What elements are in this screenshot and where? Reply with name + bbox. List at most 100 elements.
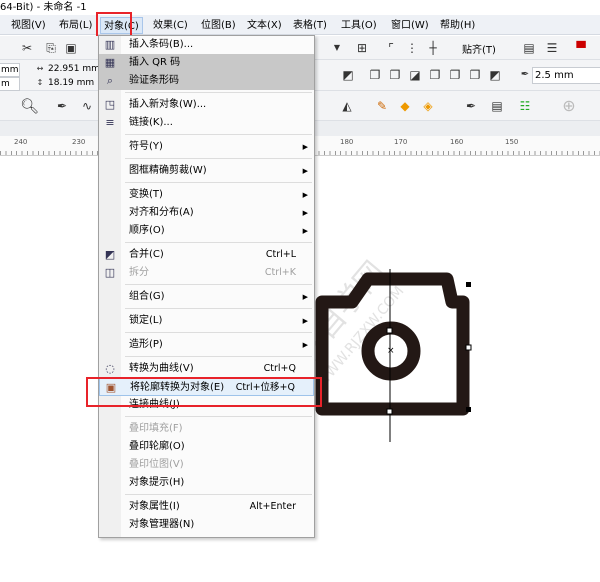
menu-item[interactable]: 对齐和分布(A) ▶ xyxy=(99,204,314,222)
menu-help[interactable]: 帮助(H) xyxy=(437,17,478,34)
front-minus-back-icon[interactable]: ❐ xyxy=(448,68,462,82)
menu-item-label: 验证条形码 xyxy=(129,75,179,86)
add-tool-icon[interactable]: ⊕ xyxy=(562,98,576,114)
color-dialog-icon[interactable]: ▤ xyxy=(490,99,504,113)
menu-bitmaps[interactable]: 位图(B) xyxy=(198,17,239,34)
menu-item-label: 拆分 xyxy=(129,267,149,278)
menu-table[interactable]: 表格(T) xyxy=(290,17,330,34)
y-position-field[interactable]: m xyxy=(0,77,20,91)
simplify-icon[interactable]: ❐ xyxy=(428,68,442,82)
window-title: 64-Bit) - 未命名 -1 xyxy=(0,2,87,13)
outline-pen-icon: ✒ xyxy=(520,69,530,80)
interactive-fill-icon[interactable]: ◆ xyxy=(398,99,412,113)
rulers-icon[interactable]: ⌜ xyxy=(384,41,398,55)
menu-item-label: 转换为曲线(V) xyxy=(129,363,194,374)
submenu-arrow-icon: ▶ xyxy=(302,167,308,175)
x-position-field[interactable]: mm xyxy=(0,63,20,77)
menu-item[interactable]: ≡ 链接(K)... xyxy=(99,114,314,132)
break-apart-icon: ◫ xyxy=(104,266,116,279)
menu-item[interactable]: 造形(P) ▶ xyxy=(99,336,314,354)
menu-item-label: 顺序(O) xyxy=(129,225,165,236)
ruler-label: 240 xyxy=(14,138,28,146)
menu-item-label: 对齐和分布(A) xyxy=(129,207,194,218)
launcher-icon[interactable]: ▀ xyxy=(574,41,588,55)
grid-icon[interactable]: ⋮ xyxy=(405,41,419,55)
menu-item[interactable]: 叠印填充(F) xyxy=(99,420,314,438)
magnifier-icon: ⌕ xyxy=(106,74,114,87)
options-icon[interactable]: ▤ xyxy=(522,41,536,55)
menu-item[interactable]: ◫ 拆分 Ctrl+K xyxy=(99,264,314,282)
menu-item-label: 图框精确剪裁(W) xyxy=(129,165,207,176)
menu-item[interactable]: ▥ 插入条码(B)... xyxy=(99,36,314,54)
cut-icon[interactable]: ✂ xyxy=(20,41,34,55)
back-minus-front-icon[interactable]: ❐ xyxy=(468,68,482,82)
intersect-icon[interactable]: ◪ xyxy=(408,68,422,82)
checklist-icon[interactable]: ☰ xyxy=(545,41,559,55)
menu-view[interactable]: 视图(V) xyxy=(8,17,49,34)
dropdown-arrow-icon[interactable]: ▼ xyxy=(330,41,344,55)
menu-item[interactable]: 对象属性(I) Alt+Enter xyxy=(99,498,314,516)
menu-item[interactable]: 变换(T) ▶ xyxy=(99,186,314,204)
ruler-label: 150 xyxy=(505,138,519,146)
menu-effects[interactable]: 效果(C) xyxy=(150,17,191,34)
paste-icon[interactable]: ▣ xyxy=(64,41,78,55)
ruler-label: 160 xyxy=(450,138,464,146)
menu-item[interactable]: 叠印位图(V) xyxy=(99,456,314,474)
smart-fill-icon[interactable]: ◈ xyxy=(421,99,435,113)
menu-item[interactable]: 对象管理器(N) xyxy=(99,516,314,534)
width-field[interactable]: 22.951 mm xyxy=(46,63,102,77)
submenu-arrow-icon: ▶ xyxy=(302,191,308,199)
menu-tools[interactable]: 工具(O) xyxy=(338,17,380,34)
height-icon: ↕ xyxy=(36,78,44,87)
boundary-icon[interactable]: ◩ xyxy=(488,68,502,82)
submenu-arrow-icon: ▶ xyxy=(302,293,308,301)
highlight-box-item xyxy=(86,377,322,407)
pen-icon[interactable]: ✒ xyxy=(55,99,69,113)
menu-item[interactable]: 图框精确剪裁(W) ▶ xyxy=(99,162,314,180)
menu-item[interactable]: ◳ 插入新对象(W)... xyxy=(99,96,314,114)
menu-item-label: 对象管理器(N) xyxy=(129,519,195,530)
submenu-arrow-icon: ▶ xyxy=(302,227,308,235)
outline-width-field[interactable]: 2.5 mm xyxy=(532,67,600,84)
menu-item[interactable]: 顺序(O) ▶ xyxy=(99,222,314,240)
combine-icon: ◩ xyxy=(104,248,116,261)
combine-icon[interactable]: ◩ xyxy=(341,68,355,82)
weld-icon[interactable]: ❐ xyxy=(368,68,382,82)
copy-icon[interactable]: ⎘ xyxy=(44,41,58,55)
menu-item[interactable]: 组合(G) ▶ xyxy=(99,288,314,306)
height-field[interactable]: 18.19 mm xyxy=(46,77,102,91)
menu-item[interactable]: 符号(Y) ▶ xyxy=(99,138,314,156)
menu-item[interactable]: ◌ 转换为曲线(V) Ctrl+Q xyxy=(99,360,314,378)
object-menu-dropdown: ▥ 插入条码(B)... ▦ 插入 QR 码 ⌕ 验证条形码 ◳ 插入新对象(W)... ≡ 链接… xyxy=(98,35,315,538)
menu-item[interactable]: ⌕ 验证条形码 xyxy=(99,72,314,90)
snap-to-button[interactable]: 贴齐(T) xyxy=(462,41,496,56)
menu-item[interactable]: ▦ 插入 QR 码 xyxy=(99,54,314,72)
full-screen-icon[interactable]: ⊞ xyxy=(355,41,369,55)
menu-item[interactable]: 锁定(L) ▶ xyxy=(99,312,314,330)
menu-item-label: 插入条码(B)... xyxy=(129,39,194,50)
guidelines-icon[interactable]: ┼ xyxy=(426,41,440,55)
menu-item-shortcut: Ctrl+Q xyxy=(263,363,296,374)
trim-icon[interactable]: ❐ xyxy=(388,68,402,82)
menu-layout[interactable]: 布局(L) xyxy=(56,17,95,34)
menu-item[interactable]: 叠印轮廓(O) xyxy=(99,438,314,456)
ruler-label: 230 xyxy=(72,138,86,146)
menu-item-label: 造形(P) xyxy=(129,339,163,350)
menu-item-label: 插入新对象(W)... xyxy=(129,99,207,110)
menu-item-shortcut: Ctrl+L xyxy=(265,249,296,260)
menu-item[interactable]: ◩ 合并(C) Ctrl+L xyxy=(99,246,314,264)
menu-window[interactable]: 窗口(W) xyxy=(388,17,432,34)
fill-icon[interactable]: ◭ xyxy=(340,99,354,113)
outline-pen-icon[interactable]: ✒ xyxy=(464,99,478,113)
title-bar: 64-Bit) - 未命名 -1 xyxy=(0,0,600,15)
menu-text[interactable]: 文本(X) xyxy=(244,17,285,34)
zoom-icon[interactable]: 🔍︎ xyxy=(20,99,39,114)
submenu-arrow-icon: ▶ xyxy=(302,209,308,217)
menu-item-label: 锁定(L) xyxy=(129,315,163,326)
eyedropper-icon[interactable]: ✎ xyxy=(375,99,389,113)
menu-bar: 视图(V) 布局(L) 对象(C) 效果(C) 位图(B) 文本(X) 表格(T… xyxy=(0,15,600,35)
curve-icon[interactable]: ∿ xyxy=(80,99,94,113)
menu-item[interactable]: 对象提示(H) xyxy=(99,474,314,492)
color-styles-icon[interactable]: ☷ xyxy=(518,99,532,113)
menu-item-label: 插入 QR 码 xyxy=(129,57,181,68)
